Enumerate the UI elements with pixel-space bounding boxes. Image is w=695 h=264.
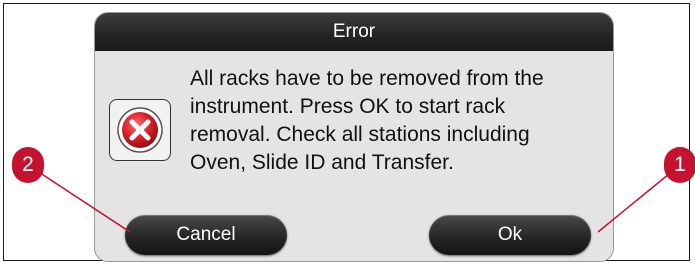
error-message: All racks have to be removed from the in…	[190, 67, 544, 174]
ok-button[interactable]: Ok	[429, 215, 591, 255]
error-x-icon	[117, 107, 163, 153]
cancel-button[interactable]: Cancel	[125, 215, 287, 255]
dialog-title: Error	[95, 13, 613, 51]
error-dialog: Error All racks have to be removed from …	[94, 12, 614, 262]
callout-marker-ok: 1	[664, 147, 695, 183]
callout-marker-cancel: 2	[12, 147, 44, 183]
error-icon-frame	[109, 99, 171, 161]
